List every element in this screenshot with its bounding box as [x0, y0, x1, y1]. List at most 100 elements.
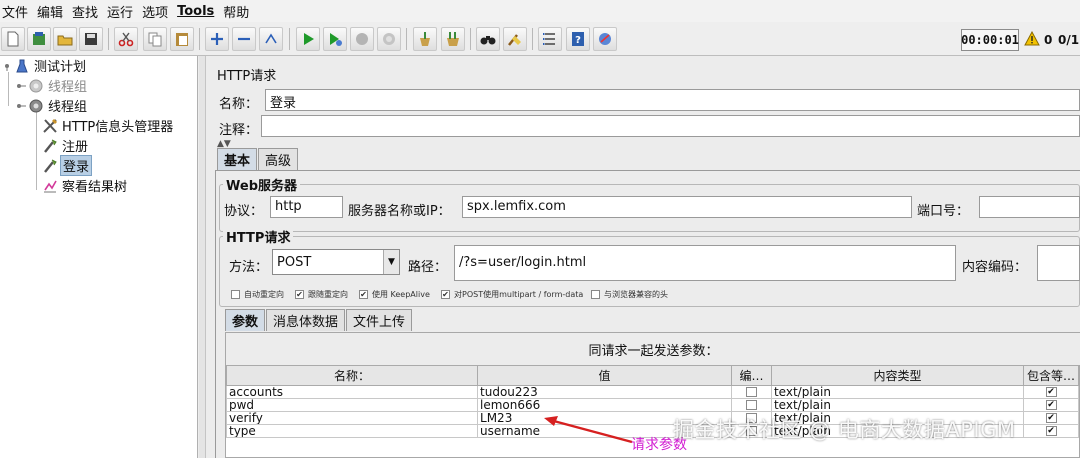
param-content-type[interactable]: text/plain	[770, 398, 1025, 412]
browser-headers-checkbox[interactable]: 与浏览器兼容的头	[591, 289, 668, 300]
include-equals-checkbox[interactable]: ✔	[1045, 387, 1057, 397]
param-name[interactable]: type	[225, 424, 479, 438]
stop-icon[interactable]	[350, 27, 374, 51]
encoding-field[interactable]	[1037, 245, 1080, 281]
param-encode[interactable]	[731, 385, 772, 399]
param-encode[interactable]	[731, 398, 772, 412]
cut-icon[interactable]	[114, 27, 138, 51]
tree-node-label: 察看结果树	[62, 180, 128, 195]
remote-icon[interactable]	[593, 27, 617, 51]
param-include-equals[interactable]: ✔	[1023, 385, 1079, 399]
menu-bar: 文件 编辑 查找 运行 选项 Tools 帮助	[0, 0, 1080, 22]
encoding-label: 内容编码：	[962, 260, 1028, 275]
column-header[interactable]: 内容类型	[770, 365, 1025, 386]
shutdown-icon[interactable]	[377, 27, 401, 51]
keepalive-checkbox[interactable]: ✔ 使用 KeepAlive	[359, 289, 430, 300]
menu-run[interactable]: 运行	[105, 2, 140, 21]
menu-file[interactable]: 文件	[0, 2, 35, 21]
function-helper-icon[interactable]	[538, 27, 562, 51]
reset-search-icon[interactable]	[503, 27, 527, 51]
method-select[interactable]: POST ▼	[272, 249, 400, 275]
clear-icon[interactable]	[413, 27, 437, 51]
tree-node-results-tree[interactable]: 察看结果树	[42, 176, 129, 195]
port-field[interactable]	[979, 196, 1080, 218]
tree-node-register[interactable]: 注册	[42, 136, 90, 155]
path-label: 路径：	[408, 260, 448, 275]
menu-options[interactable]: 选项	[140, 2, 175, 21]
method-value: POST	[277, 254, 312, 270]
table-row[interactable]: pwd lemon666 text/plain ✔	[225, 398, 1079, 412]
encode-checkbox[interactable]	[746, 387, 757, 397]
help-icon[interactable]: ?	[566, 27, 590, 51]
checkbox-label: 自动重定向	[244, 290, 284, 299]
comment-label: 注释：	[219, 123, 259, 138]
search-icon[interactable]	[476, 27, 500, 51]
tab-file-upload[interactable]: 文件上传	[346, 309, 413, 331]
param-include-equals[interactable]: ✔	[1023, 398, 1079, 412]
tab-parameters[interactable]: 参数	[225, 309, 266, 331]
clear-all-icon[interactable]	[441, 27, 465, 51]
tree-node-thread-group-disabled[interactable]: 线程组	[16, 76, 89, 95]
column-header[interactable]: 包含等…	[1023, 365, 1079, 386]
param-include-equals[interactable]: ✔	[1023, 411, 1079, 425]
sampler-icon	[44, 159, 57, 173]
param-name[interactable]: verify	[225, 411, 479, 425]
param-value[interactable]: tudou223	[477, 385, 733, 399]
encode-checkbox[interactable]	[746, 400, 757, 410]
menu-search[interactable]: 查找	[70, 2, 105, 21]
toggle-icon[interactable]	[259, 27, 283, 51]
server-field[interactable]: spx.lemfix.com	[462, 196, 912, 218]
save-icon[interactable]	[79, 27, 103, 51]
start-icon[interactable]	[296, 27, 320, 51]
param-name[interactable]: accounts	[225, 385, 479, 399]
start-no-pause-icon[interactable]	[323, 27, 347, 51]
node-expanded-icon[interactable]	[16, 101, 26, 111]
thread-group-icon	[29, 79, 43, 92]
tree-node-header-manager[interactable]: HTTP信息头管理器	[42, 116, 175, 135]
name-field[interactable]: 登录	[265, 89, 1080, 111]
include-equals-checkbox[interactable]: ✔	[1045, 413, 1057, 423]
table-row[interactable]: accounts tudou223 text/plain ✔	[225, 385, 1079, 399]
copy-icon[interactable]	[143, 27, 167, 51]
new-icon[interactable]	[1, 27, 25, 51]
include-equals-checkbox[interactable]: ✔	[1045, 400, 1057, 410]
param-value[interactable]: lemon666	[477, 398, 733, 412]
node-expanded-icon[interactable]	[2, 61, 12, 71]
warning-icon[interactable]	[1024, 31, 1040, 47]
tab-basic[interactable]: 基本	[217, 148, 258, 170]
pane-splitter[interactable]	[199, 56, 206, 458]
menu-help[interactable]: 帮助	[221, 2, 256, 21]
templates-icon[interactable]	[27, 27, 51, 51]
tree-node-label: 注册	[62, 140, 89, 155]
menu-edit[interactable]: 编辑	[35, 2, 70, 21]
multipart-checkbox[interactable]: ✔ 对POST使用multipart / form-data	[441, 289, 583, 300]
server-label: 服务器名称或IP：	[348, 204, 451, 219]
protocol-field[interactable]: http	[270, 196, 343, 218]
param-name[interactable]: pwd	[225, 398, 479, 412]
tree-node-test-plan[interactable]: 测试计划	[2, 56, 88, 75]
name-label: 名称：	[219, 97, 259, 112]
tab-advanced[interactable]: 高级	[258, 148, 299, 170]
column-header[interactable]: 值	[477, 365, 733, 386]
auto-redirect-checkbox[interactable]: 自动重定向	[231, 289, 284, 300]
param-include-equals[interactable]: ✔	[1023, 424, 1079, 438]
column-header[interactable]: 名称：	[225, 365, 479, 386]
open-icon[interactable]	[53, 27, 77, 51]
param-content-type[interactable]: text/plain	[770, 385, 1025, 399]
follow-redirect-checkbox[interactable]: ✔ 跟随重定向	[295, 289, 348, 300]
paste-icon[interactable]	[170, 27, 194, 51]
tab-body-data[interactable]: 消息体数据	[266, 309, 346, 331]
tree-node-thread-group[interactable]: 线程组	[16, 96, 89, 115]
header-manager-icon	[43, 118, 57, 133]
chevron-down-icon[interactable]: ▼	[383, 250, 399, 274]
menu-tools[interactable]: Tools	[175, 4, 221, 19]
node-collapsed-icon[interactable]	[16, 81, 26, 91]
comment-field[interactable]	[261, 115, 1080, 137]
tree-node-login[interactable]: 登录	[42, 155, 93, 176]
include-equals-checkbox[interactable]: ✔	[1045, 426, 1057, 436]
path-field[interactable]: /?s=user/login.html	[454, 245, 956, 281]
expand-icon[interactable]	[205, 27, 229, 51]
column-header[interactable]: 编…	[731, 365, 772, 386]
params-caption: 同请求一起发送参数：	[226, 333, 1080, 365]
collapse-icon[interactable]	[232, 27, 256, 51]
